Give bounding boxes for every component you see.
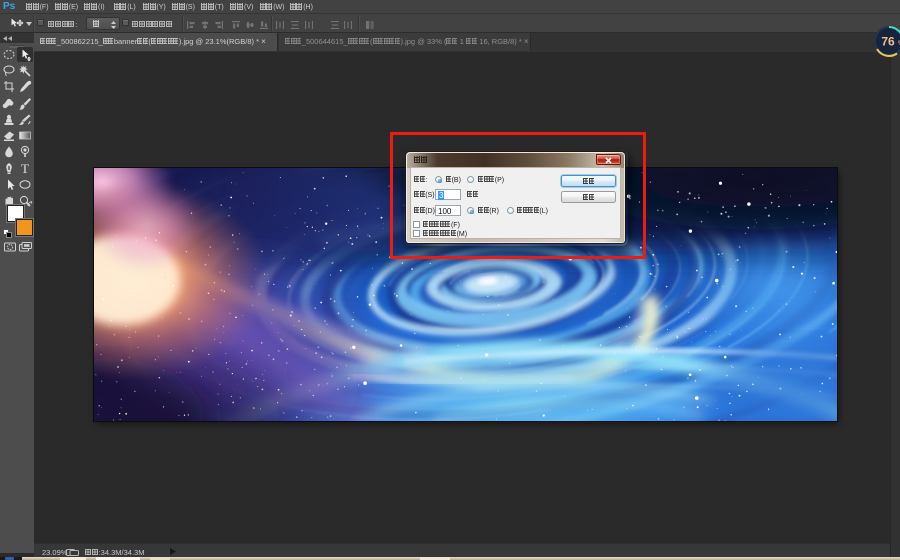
svg-text:T: T bbox=[21, 161, 29, 176]
svg-text:76: 76 bbox=[881, 35, 895, 49]
